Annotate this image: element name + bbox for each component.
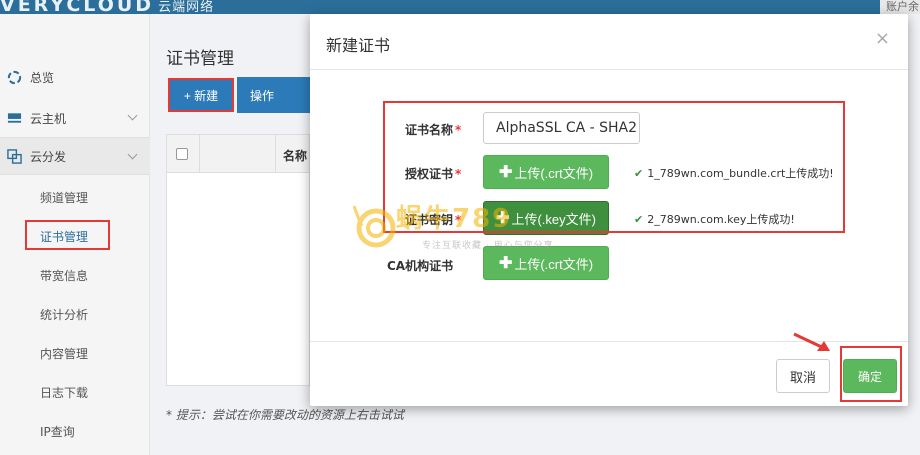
plus-icon: ✚: [498, 164, 513, 181]
button-label: 上传(.crt文件): [514, 256, 594, 272]
page-title: 证书管理: [166, 49, 234, 69]
cert-table: 名称: [166, 134, 310, 386]
column-divider: [275, 135, 276, 173]
required-mark: *: [455, 167, 462, 181]
cert-name-input[interactable]: AlphaSSL CA - SHA2: [483, 112, 640, 144]
sidebar-sub-logs[interactable]: 日志下载: [40, 384, 88, 401]
status-text: 2_789wn.com.key上传成功!: [647, 213, 795, 226]
sidebar-sub-statistics[interactable]: 统计分析: [40, 306, 88, 323]
dashboard-icon: [6, 69, 22, 85]
cdn-icon: [6, 148, 22, 164]
required-mark: *: [455, 213, 462, 227]
status-text: 1_789wn.com_bundle.crt上传成功!: [647, 167, 834, 180]
cert-key-label: 证书密钥 *: [405, 211, 461, 228]
button-label: 上传(.crt文件): [514, 165, 594, 181]
operation-button[interactable]: 操作: [237, 77, 310, 113]
table-header: 名称: [167, 135, 309, 173]
new-button[interactable]: + 新建: [170, 80, 232, 110]
sidebar-sub-certificate[interactable]: 证书管理: [40, 228, 88, 245]
close-icon[interactable]: ×: [875, 28, 890, 49]
check-icon: ✔: [634, 167, 644, 180]
chevron-down-icon: [127, 149, 138, 160]
check-icon: ✔: [634, 213, 644, 226]
button-label: 上传(.key文件): [511, 211, 596, 227]
confirm-button[interactable]: 确定: [843, 359, 897, 393]
sidebar-sub-channel[interactable]: 频道管理: [40, 189, 88, 206]
logo-cn-text: 云端网络: [158, 0, 215, 15]
sidebar: 总览 云主机 云分发 频道管理 证书管理 带宽信息 统计分析 内容管理 日志下载…: [0, 14, 150, 455]
sidebar-item-overview[interactable]: 总览: [0, 58, 150, 96]
account-menu[interactable]: 账户余: [880, 0, 920, 14]
input-value: AlphaSSL CA - SHA2: [496, 120, 638, 136]
sidebar-item-label: 云主机: [30, 111, 67, 126]
upload-auth-cert-button[interactable]: ✚ 上传(.crt文件): [483, 155, 609, 189]
ca-cert-label: CA机构证书: [387, 259, 454, 273]
cert-name-label: 证书名称 *: [405, 121, 461, 138]
arrow-icon: [793, 332, 830, 352]
column-header-name[interactable]: 名称: [283, 147, 307, 164]
top-bar: VERYCLOUD 云端网络 账户余: [0, 0, 920, 16]
dialog-title: 新建证书: [326, 36, 391, 55]
auth-cert-label: 授权证书 *: [405, 165, 461, 182]
cancel-button[interactable]: 取消: [776, 359, 830, 393]
required-mark: *: [455, 123, 462, 137]
plus-icon: ✚: [498, 255, 513, 272]
sidebar-item-label: 云分发: [30, 149, 67, 164]
sidebar-item-cdn[interactable]: 云分发: [0, 137, 150, 175]
upload-cert-key-button[interactable]: ✚ 上传(.key文件): [483, 201, 609, 235]
server-icon: [6, 110, 22, 126]
divider: [310, 69, 908, 70]
column-divider: [199, 135, 200, 173]
hint-text: * 提示：尝试在你需要改动的资源上右击试试: [166, 408, 404, 422]
select-all-checkbox[interactable]: [176, 148, 188, 160]
sidebar-item-label: 总览: [30, 70, 55, 85]
label-text: 证书密钥: [405, 213, 454, 227]
cert-key-status: ✔ 2_789wn.com.key上传成功!: [634, 211, 795, 227]
upload-ca-cert-button[interactable]: ✚ 上传(.crt文件): [483, 246, 609, 280]
sidebar-item-cloud-host[interactable]: 云主机: [0, 99, 150, 137]
auth-cert-status: ✔ 1_789wn.com_bundle.crt上传成功!: [634, 165, 834, 181]
sidebar-sub-content[interactable]: 内容管理: [40, 345, 88, 362]
label-text: 授权证书: [405, 167, 454, 181]
plus-icon: ✚: [496, 210, 510, 227]
chevron-down-icon: [127, 110, 138, 121]
sidebar-sub-ip-query[interactable]: IP查询: [40, 423, 75, 440]
sidebar-sub-bandwidth[interactable]: 带宽信息: [40, 267, 88, 284]
label-text: 证书名称: [405, 123, 454, 137]
